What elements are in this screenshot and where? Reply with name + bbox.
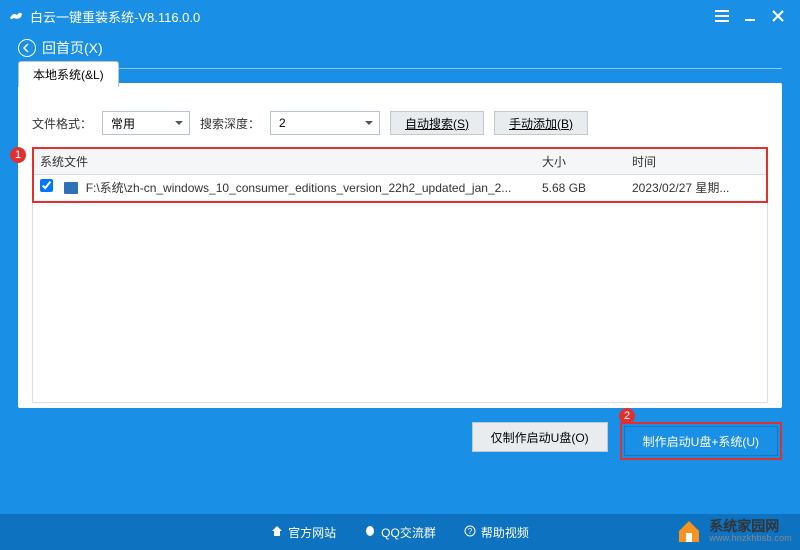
help-icon: ? — [464, 525, 476, 540]
table-row[interactable]: F:\系统\zh-cn_windows_10_consumer_editions… — [34, 175, 766, 201]
footer-help-label: 帮助视频 — [481, 524, 529, 541]
footer-link-help[interactable]: ? 帮助视频 — [464, 524, 529, 541]
svg-text:?: ? — [468, 527, 473, 536]
make-usb-sys-highlight: 2 制作启动U盘+系统(U) — [620, 422, 782, 460]
hdr-size: 大小 — [536, 149, 626, 174]
app-title: 白云一键重装系统-V8.116.0.0 — [30, 7, 200, 26]
manual-add-button[interactable]: 手动添加(B) — [494, 111, 588, 135]
divider — [18, 68, 782, 69]
row-path: F:\系统\zh-cn_windows_10_consumer_editions… — [86, 181, 512, 195]
row-time: 2023/02/27 星期... — [626, 175, 766, 200]
watermark: 系统家园网 www.hnzkhbsb.com — [675, 518, 792, 544]
footer-qq-label: QQ交流群 — [381, 524, 436, 541]
titlebar: 白云一键重装系统-V8.116.0.0 — [0, 0, 800, 32]
app-logo-icon — [8, 8, 24, 24]
minimize-icon[interactable] — [736, 4, 764, 28]
annotation-badge-2: 2 — [619, 408, 635, 424]
auto-search-button[interactable]: 自动搜索(S) — [390, 111, 484, 135]
search-depth-select[interactable]: 2 — [270, 111, 380, 135]
hdr-time: 时间 — [626, 149, 766, 174]
footer-link-site[interactable]: 官方网站 — [271, 524, 336, 541]
menu-icon[interactable] — [708, 4, 736, 28]
disk-icon — [64, 182, 78, 194]
watermark-house-icon — [675, 518, 703, 544]
back-arrow-icon — [18, 39, 36, 57]
action-row: 仅制作启动U盘(O) 2 制作启动U盘+系统(U) — [0, 408, 800, 460]
table-header: 系统文件 大小 时间 — [34, 149, 766, 175]
qq-icon — [364, 525, 376, 540]
file-format-select[interactable]: 常用 — [102, 111, 190, 135]
make-usb-system-button[interactable]: 制作启动U盘+系统(U) — [624, 426, 778, 456]
footer-site-label: 官方网站 — [288, 524, 336, 541]
hdr-file: 系统文件 — [34, 149, 536, 174]
filter-row: 文件格式： 常用 搜索深度： 2 自动搜索(S) 手动添加(B) — [32, 111, 768, 135]
tab-local-system[interactable]: 本地系统(&L) — [18, 61, 119, 87]
watermark-url: www.hnzkhbsb.com — [709, 534, 792, 543]
table-body-empty — [32, 203, 768, 403]
search-depth-label: 搜索深度： — [200, 115, 260, 132]
file-format-label: 文件格式： — [32, 115, 92, 132]
main-panel: 本地系统(&L) 文件格式： 常用 搜索深度： 2 自动搜索(S) 手动添加(B… — [18, 83, 782, 408]
make-usb-only-button[interactable]: 仅制作启动U盘(O) — [472, 422, 608, 452]
footer-link-qq[interactable]: QQ交流群 — [364, 524, 436, 541]
annotation-badge-1: 1 — [10, 147, 26, 163]
back-button[interactable]: 回首页(X) — [0, 32, 800, 68]
close-icon[interactable] — [764, 4, 792, 28]
back-label: 回首页(X) — [42, 38, 103, 58]
row-checkbox[interactable] — [40, 179, 53, 192]
home-icon — [271, 525, 283, 540]
file-table-highlight: 1 系统文件 大小 时间 F:\系统\zh-cn_windows_10_cons… — [32, 147, 768, 203]
row-size: 5.68 GB — [536, 177, 626, 199]
watermark-text: 系统家园网 — [709, 519, 792, 534]
